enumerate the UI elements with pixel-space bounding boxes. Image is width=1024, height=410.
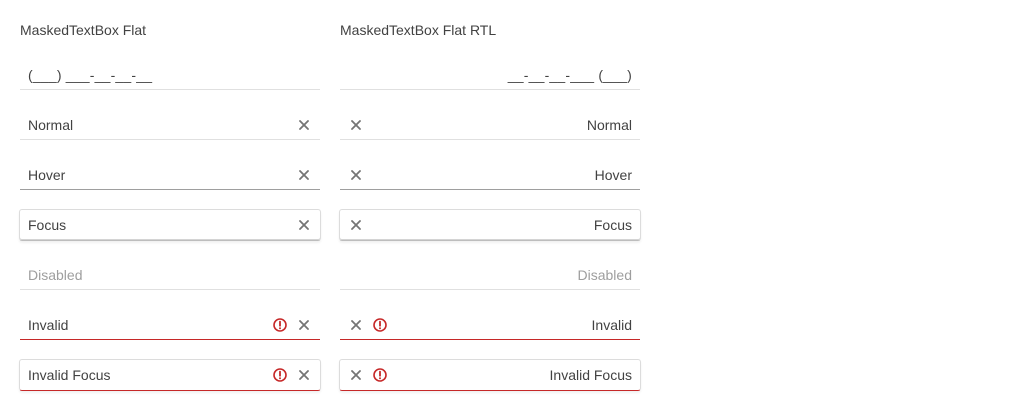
masked-phone-input[interactable]: __-__-__-___ (___) (340, 60, 640, 90)
disabled-input: Disabled (20, 260, 320, 290)
input-value: Invalid Focus (28, 367, 111, 383)
close-icon[interactable] (296, 167, 312, 183)
input-value: Focus (28, 217, 67, 233)
masked-phone-input[interactable]: (___) ___-__-__-__ (20, 60, 320, 90)
input-value: Disabled (577, 266, 632, 283)
input-value: Focus (593, 217, 632, 233)
close-icon[interactable] (348, 317, 364, 333)
hover-input[interactable]: Hover (20, 160, 320, 190)
focus-input[interactable]: Focus (339, 209, 641, 241)
input-value: Hover (28, 166, 66, 183)
close-icon[interactable] (348, 167, 364, 183)
input-value: Invalid (591, 316, 632, 333)
exclamation-circle-icon (372, 317, 388, 333)
mask-placeholder: (___) ___-__-__-__ (28, 66, 153, 83)
focus-input[interactable]: Focus (19, 209, 321, 241)
invalid-input[interactable]: Invalid (20, 310, 320, 340)
close-icon[interactable] (296, 117, 312, 133)
input-value: Disabled (28, 266, 83, 283)
close-icon[interactable] (296, 217, 312, 233)
input-value: Invalid Focus (549, 367, 632, 383)
exclamation-circle-icon (272, 317, 288, 333)
input-value: Hover (594, 166, 632, 183)
close-icon[interactable] (296, 317, 312, 333)
close-icon[interactable] (296, 367, 312, 383)
normal-input[interactable]: Normal (340, 110, 640, 140)
invalid-focus-input[interactable]: Invalid Focus (339, 359, 641, 391)
input-value: Normal (28, 116, 74, 133)
invalid-input[interactable]: Invalid (340, 310, 640, 340)
close-icon[interactable] (348, 217, 364, 233)
normal-input[interactable]: Normal (20, 110, 320, 140)
close-icon[interactable] (348, 117, 364, 133)
close-icon[interactable] (348, 367, 364, 383)
section-heading: MaskedTextBox Flat (20, 22, 147, 38)
exclamation-circle-icon (372, 367, 388, 383)
section-heading: MaskedTextBox Flat RTL (340, 22, 497, 38)
input-value: Normal (586, 116, 632, 133)
exclamation-circle-icon (272, 367, 288, 383)
invalid-focus-input[interactable]: Invalid Focus (19, 359, 321, 391)
disabled-input: Disabled (340, 260, 640, 290)
mask-placeholder: __-__-__-___ (___) (507, 66, 632, 83)
input-value: Invalid (28, 316, 69, 333)
hover-input[interactable]: Hover (340, 160, 640, 190)
